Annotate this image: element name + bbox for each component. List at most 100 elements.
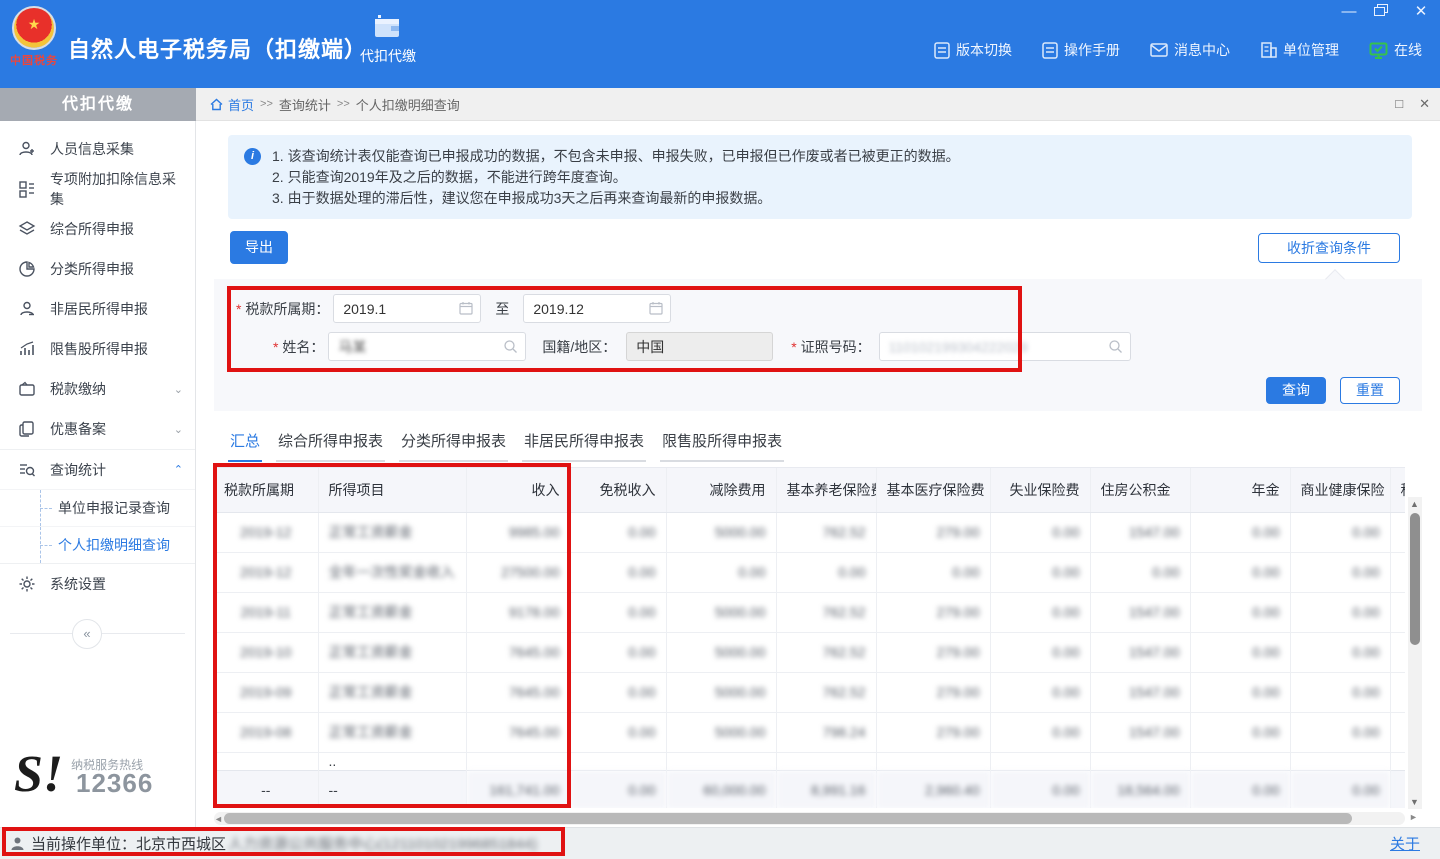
restore-icon [1374, 4, 1388, 17]
minimize-button[interactable]: — [1338, 4, 1360, 22]
table-cell: 0.00 [1290, 770, 1390, 808]
table-cell [1390, 712, 1405, 752]
tab-nonresident[interactable]: 非居民所得申报表 [522, 424, 646, 462]
sidebar-item-nonresident-income[interactable]: 非居民所得申报 [0, 289, 195, 329]
vertical-scrollbar[interactable]: ▲ ▼ [1408, 497, 1422, 809]
table-cell [1390, 592, 1405, 632]
calendar-icon[interactable] [649, 301, 663, 315]
breadcrumb-level2: 个人扣缴明细查询 [356, 95, 460, 114]
sidebar-item-tax-payment[interactable]: 税款缴纳 ⌄ [0, 369, 195, 409]
table-cell [1390, 672, 1405, 712]
table-cell: 762.52 [776, 632, 876, 672]
horizontal-scrollbar-thumb[interactable] [224, 813, 1352, 824]
sidebar-item-preference-record[interactable]: 优惠备案 ⌄ [0, 409, 195, 449]
table-cell: 2019-11 [214, 592, 318, 632]
tab-classified[interactable]: 分类所得申报表 [399, 424, 508, 462]
chevron-up-icon: ⌃ [174, 463, 183, 476]
table-cell: 0.00 [1190, 512, 1290, 552]
table-cell: 2019-10 [214, 632, 318, 672]
collapse-query-button[interactable]: 收折查询条件 [1258, 233, 1400, 263]
chevron-down-icon: ⌄ [174, 383, 183, 396]
sidebar-item-system-settings[interactable]: 系统设置 [0, 564, 195, 604]
tab-comprehensive[interactable]: 综合所得申报表 [276, 424, 385, 462]
search-icon[interactable] [503, 339, 518, 354]
table-cell: 7645.00 [466, 632, 570, 672]
online-monitor-icon [1369, 42, 1388, 59]
col-header-deduction: 减除费用 [666, 468, 776, 512]
table-row: ----161,741.000.0060,000.008,991.162,960… [214, 770, 1405, 808]
calendar-icon[interactable] [459, 301, 473, 315]
restore-button[interactable] [1374, 4, 1396, 22]
sidebar-item-label: 专项附加扣除信息采集 [50, 169, 183, 209]
search-icon[interactable] [1108, 339, 1123, 354]
nationality-input [627, 333, 772, 360]
sidebar-item-label: 查询统计 [50, 460, 106, 480]
sidebar-item-query-statistics[interactable]: 查询统计 ⌃ [0, 449, 195, 489]
pane-maximize-button[interactable]: □ [1395, 96, 1403, 112]
table-cell: 0.00 [990, 592, 1090, 632]
submenu-item-personal-withholding-query[interactable]: 个人扣缴明细查询 [0, 526, 195, 563]
scroll-up-arrow[interactable]: ▲ [1410, 499, 1419, 509]
table-cell: 2019-08 [214, 712, 318, 752]
name-label: 姓名： [273, 337, 324, 357]
menu-version-switch[interactable]: 版本切换 [934, 40, 1012, 60]
table-row: 2019-08正常工资薪金7645.000.005000.00798.24279… [214, 712, 1405, 752]
table-row: 2019-09正常工资薪金7645.000.005000.00762.52279… [214, 672, 1405, 712]
col-header-pension: 基本养老保险费 [776, 468, 876, 512]
query-button[interactable]: 查询 [1266, 377, 1326, 404]
sidebar-item-classified-income[interactable]: 分类所得申报 [0, 249, 195, 289]
vertical-scrollbar-thumb[interactable] [1410, 513, 1420, 645]
menu-manual[interactable]: 操作手册 [1042, 40, 1120, 60]
breadcrumb-separator: >> [260, 98, 273, 110]
table-cell: 762.52 [776, 512, 876, 552]
table-cell [1390, 512, 1405, 552]
table-cell: 0.00 [1290, 552, 1390, 592]
submenu-item-unit-declaration-query[interactable]: 单位申报记录查询 [0, 489, 195, 526]
online-status[interactable]: 在线 [1369, 40, 1422, 60]
about-link[interactable]: 关于 [1390, 833, 1420, 854]
scroll-down-arrow[interactable]: ▼ [1410, 797, 1419, 807]
reset-button[interactable]: 重置 [1340, 377, 1400, 404]
envelope-icon [1150, 43, 1168, 57]
menu-message-center[interactable]: 消息中心 [1150, 40, 1230, 60]
table-cell [876, 752, 990, 770]
table-cell: 0.00 [1290, 632, 1390, 672]
col-header-income: 收入 [466, 468, 570, 512]
copy-icon [18, 420, 38, 438]
sidebar-item-label: 限售股所得申报 [50, 339, 148, 359]
close-button[interactable]: ✕ [1410, 4, 1432, 22]
table-cell: 正常工资薪金 [318, 592, 466, 632]
table-cell [570, 752, 666, 770]
sidebar-item-comprehensive-income[interactable]: 综合所得申报 [0, 209, 195, 249]
table-cell [1290, 752, 1390, 770]
query-panel: 税款所属期： 至 姓名： 国籍/地区： 证照号码： [214, 279, 1422, 411]
tab-summary[interactable]: 汇总 [228, 424, 262, 462]
sidebar-item-restricted-stock[interactable]: 限售股所得申报 [0, 329, 195, 369]
breadcrumb-home[interactable]: 首页 [210, 95, 254, 114]
horizontal-scrollbar[interactable]: ◄ [214, 812, 1405, 825]
sidebar-item-personnel-info[interactable]: 人员信息采集 [0, 129, 195, 169]
table-cell [1090, 752, 1190, 770]
scroll-left-arrow[interactable]: ◄ [214, 814, 223, 824]
notice-line: 3. 由于数据处理的滞后性，建议您在申报成功3天之后再来查询最新的申报数据。 [272, 188, 1398, 209]
table-cell: 0.00 [1190, 592, 1290, 632]
sidebar-collapse-button[interactable]: « [72, 619, 102, 649]
table-cell: 1547.00 [1090, 512, 1190, 552]
tab-restricted-stock[interactable]: 限售股所得申报表 [660, 424, 784, 462]
id-input-wrap [879, 332, 1131, 361]
table-cell: 0.00 [990, 552, 1090, 592]
sidebar-item-special-deduction[interactable]: 专项附加扣除信息采集 [0, 169, 195, 209]
scroll-right-arrow[interactable]: ► [1409, 812, 1418, 822]
table-cell: 0.00 [666, 552, 776, 592]
menu-unit-management[interactable]: 单位管理 [1260, 40, 1339, 60]
manual-icon [1042, 42, 1058, 59]
pane-close-button[interactable]: ✕ [1419, 96, 1430, 112]
id-input[interactable] [880, 333, 1130, 360]
table-cell: 全年一次性奖金收入 [318, 552, 466, 592]
export-button[interactable]: 导出 [230, 231, 288, 264]
name-input[interactable] [329, 333, 525, 360]
nav-tab-withholding[interactable]: 代扣代缴 [352, 14, 424, 66]
breadcrumb-level1[interactable]: 查询统计 [279, 95, 331, 114]
form-list-icon [18, 180, 38, 198]
table-cell: 0.00 [876, 552, 990, 592]
